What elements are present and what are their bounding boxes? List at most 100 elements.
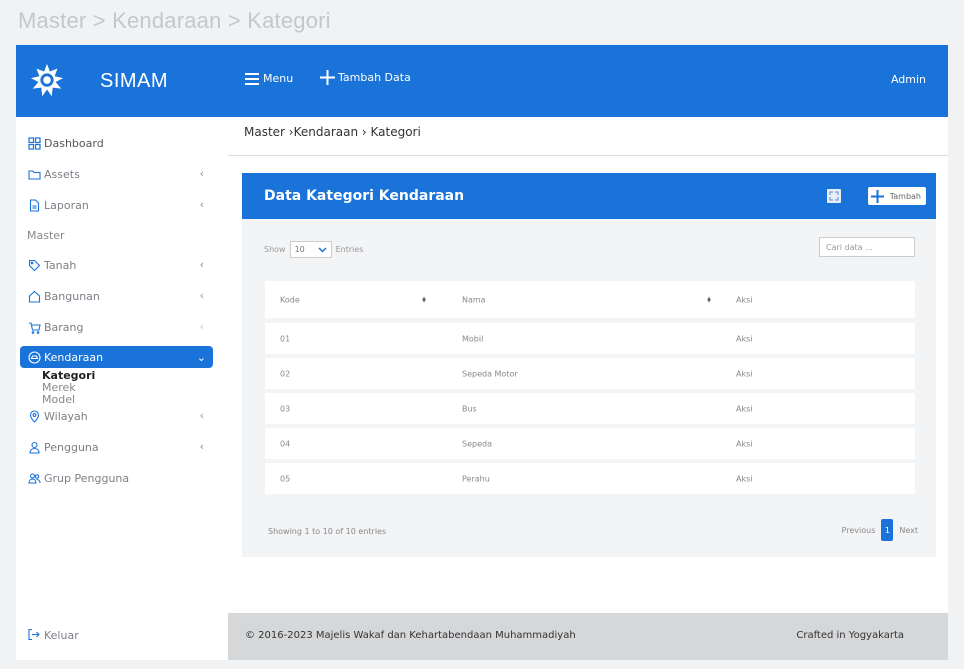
sidebar-item-label: Pengguna [44,440,99,454]
home-icon [27,289,41,303]
cell-nama: Bus [462,404,477,413]
chevron-down-icon: ⌄ [196,351,206,364]
sidebar-item-wilayah[interactable]: Wilayah ‹ [16,404,228,428]
kendaraan-submenu: Kategori Merek Model [16,370,228,406]
file-icon [27,198,41,212]
card-header: Data Kategori Kendaraan Tambah [242,173,936,219]
tag-icon [27,258,41,272]
hamburger-icon [245,72,259,85]
entries-select[interactable]: 10 [289,241,332,258]
sidebar-nav: Dashboard Assets ‹ Laporan ‹ Master Tana… [16,117,228,490]
brand-name: SIMAM [100,69,169,92]
sidebar-item-dashboard[interactable]: Dashboard [16,131,228,155]
expand-button[interactable] [827,189,841,203]
cell-kode: 03 [280,404,291,413]
cell-nama: Mobil [462,334,484,343]
cell-kode: 04 [280,439,291,448]
sidebar: SIMAM Dashboard Assets ‹ Laporan ‹ Maste… [16,45,228,660]
length-control: Show 10 Entries [264,241,363,258]
sidebar-section-master: Master [27,228,65,242]
chevron-left-icon: ‹ [199,198,204,211]
cell-nama: Sepeda [462,439,492,448]
entries-value: 10 [294,245,305,254]
search-input[interactable]: Cari data ... [819,237,915,257]
sidebar-item-assets[interactable]: Assets ‹ [16,162,228,186]
sidebar-item-label: Wilayah [44,409,88,423]
pagination: Previous 1 Next [842,519,918,541]
chevron-left-icon: ‹ [199,258,204,271]
logout-link[interactable]: Keluar [27,628,79,642]
sidebar-item-pengguna[interactable]: Pengguna ‹ [16,435,228,459]
breadcrumb: Master ›Kendaraan › Kategori [244,125,421,139]
table-row: 02 Sepeda Motor Aksi [265,358,915,389]
sidebar-item-label: Bangunan [44,289,100,303]
menu-label: Menu [263,72,294,85]
tambah-button[interactable]: Tambah [867,187,926,205]
previous-page-button[interactable]: Previous [842,526,876,535]
cell-aksi[interactable]: Aksi [736,369,753,378]
column-header-aksi: Aksi [736,295,753,304]
cell-kode: 02 [280,369,291,378]
topbar: Menu Tambah Data Admin [228,45,948,117]
cell-nama: Sepeda Motor [462,369,518,378]
brand[interactable]: SIMAM [16,45,228,117]
cell-nama: Perahu [462,474,490,483]
sidebar-item-grup-pengguna[interactable]: Grup Pengguna [16,466,228,490]
sidebar-item-label: Kendaraan [44,350,104,364]
location-icon [27,409,41,423]
show-label: Show [264,245,286,254]
sort-icon[interactable]: ⬧ [422,295,426,305]
add-data-button[interactable]: Tambah Data [320,70,411,85]
table-header-row: Kode ⬧ Nama ⬧ Aksi [265,281,915,318]
column-header-nama[interactable]: Nama [462,295,486,304]
cell-kode: 05 [280,474,291,483]
chevron-left-icon: ‹ [199,409,204,422]
cart-icon [27,320,41,334]
footer: © 2016-2023 Majelis Wakaf dan Kehartaben… [228,613,948,660]
plus-icon [320,70,335,85]
sidebar-item-label: Tanah [44,258,77,272]
chevron-left-icon: ‹ [199,320,204,333]
expand-icon [829,191,839,201]
user-icon [27,440,41,454]
next-page-button[interactable]: Next [899,526,918,535]
add-data-label: Tambah Data [338,71,411,84]
sidebar-item-laporan[interactable]: Laporan ‹ [16,193,228,217]
sidebar-item-label: Assets [44,167,80,181]
table-row: 03 Bus Aksi [265,393,915,424]
logout-label: Keluar [44,628,79,642]
table-row: 05 Perahu Aksi [265,463,915,494]
sidebar-item-kendaraan[interactable]: Kendaraan ⌄ [20,346,213,368]
cell-kode: 01 [280,334,291,343]
car-icon [27,350,41,364]
tambah-label: Tambah [889,191,921,201]
sidebar-item-bangunan[interactable]: Bangunan ‹ [16,284,228,308]
column-header-kode[interactable]: Kode [280,295,300,304]
sidebar-item-tanah[interactable]: Tanah ‹ [16,253,228,277]
sidebar-item-barang[interactable]: Barang ‹ [16,315,228,339]
logout-icon [27,628,41,642]
cell-aksi[interactable]: Aksi [736,404,753,413]
footer-copyright: © 2016-2023 Majelis Wakaf dan Kehartaben… [245,630,576,641]
sidebar-item-label: Grup Pengguna [44,471,130,485]
logo-icon [30,63,64,97]
sidebar-item-label: Dashboard [44,136,104,150]
user-menu[interactable]: Admin [891,73,926,86]
page-button-1[interactable]: 1 [881,519,894,541]
footer-crafted: Crafted in Yogyakarta [796,630,904,641]
entries-label: Entries [335,245,364,254]
cell-aksi[interactable]: Aksi [736,439,753,448]
cell-aksi[interactable]: Aksi [736,474,753,483]
menu-toggle-button[interactable]: Menu [245,72,293,85]
sort-icon[interactable]: ⬧ [707,295,711,305]
card-title: Data Kategori Kendaraan [264,188,465,204]
breadcrumb-divider [228,155,948,156]
app-frame: SIMAM Dashboard Assets ‹ Laporan ‹ Maste… [16,45,948,660]
table-info: Showing 1 to 10 of 10 entries [268,527,387,536]
sidebar-item-label: Barang [44,320,84,334]
chevron-left-icon: ‹ [199,440,204,453]
chevron-left-icon: ‹ [199,289,204,302]
cell-aksi[interactable]: Aksi [736,334,753,343]
folder-icon [27,167,41,181]
sidebar-item-label: Laporan [44,198,89,212]
